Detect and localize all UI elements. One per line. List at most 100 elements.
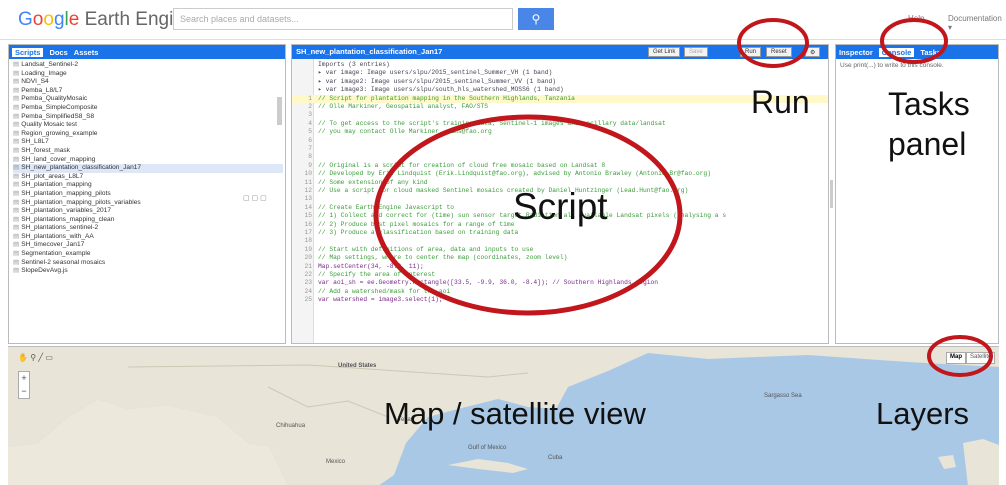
code-line[interactable]: ▸ var image3: Image users/slpu/south_hls… (292, 86, 828, 94)
script-list-item[interactable]: ▤ SH_plot_areas_L8L7 (13, 173, 283, 182)
code-line[interactable]: 3 (292, 111, 828, 119)
reset-button[interactable]: Reset (766, 47, 792, 57)
code-line[interactable]: 21 Map.setCenter(34, -8.0, 11); (292, 263, 828, 271)
map-label: Sargasso Sea (764, 393, 802, 399)
file-icon: ▤ (13, 86, 20, 94)
scrollbar[interactable] (277, 97, 282, 125)
script-list-item[interactable]: ▤ SH_plantation_variables_2017 (13, 207, 283, 216)
layers-annotation: Layers (876, 396, 970, 431)
script-list-item[interactable]: ▤ SlopeDevAvg.js (13, 267, 283, 276)
script-name: Loading_Image (21, 69, 67, 77)
search-button[interactable]: ⚲ (518, 8, 554, 30)
tab-scripts[interactable]: Scripts (12, 47, 44, 57)
script-name: SH_new_plantation_classification_Jan17 (21, 164, 142, 172)
script-list-item[interactable]: ▤ SH_plantations_sentinel-2 (13, 224, 283, 233)
zoom-in-button[interactable]: + (19, 372, 29, 385)
code-line[interactable]: 2 // Olle Markiner, Geospatial analyst, F… (292, 103, 828, 111)
run-annotation: Run (751, 84, 810, 120)
code-line[interactable]: 5 // you may contact Olle Markiner, sims@… (292, 128, 828, 136)
code-line[interactable]: 18 (292, 237, 828, 245)
tab-docs[interactable]: Docs (49, 48, 67, 57)
script-list-item[interactable]: ▤ Sentinel-2 seasonal mosaics (13, 259, 283, 268)
rectangle-icon[interactable]: ▭ (45, 353, 53, 362)
code-line[interactable]: 1 // Script for plantation mapping in the… (292, 94, 828, 103)
code-line[interactable]: 4 // To get access to the script's traini… (292, 120, 828, 128)
user-menu[interactable]: Documentation ▾ (948, 14, 1006, 32)
code-text: // Create Earth Engine Javascript to (318, 203, 455, 211)
code-text: var watershed = image3.select(1); (318, 296, 443, 304)
hand-icon[interactable]: ✋ (18, 353, 28, 362)
line-number: 18 (304, 237, 312, 245)
run-button[interactable]: Run (740, 47, 762, 57)
tab-tasks[interactable]: Tasks (920, 48, 941, 57)
script-list-item[interactable]: ▤ SH_plantations_with_AA (13, 233, 283, 242)
line-icon[interactable]: ╱ (38, 353, 43, 362)
code-line[interactable]: 25 var watershed = image3.select(1); (292, 296, 828, 304)
code-line[interactable]: ▸ var image: Image users/slpu/2015_senti… (292, 69, 828, 77)
script-list-item[interactable]: ▤ Pemba_SimplifiedS8_S8 (13, 113, 283, 122)
map-label: Mexico (326, 459, 346, 465)
code-line[interactable]: 19 // Start with definitions of area, dat… (292, 246, 828, 254)
map-type-satellite[interactable]: Satellite (966, 352, 996, 364)
script-name: SH_plantations_sentinel-2 (21, 224, 99, 232)
tab-console[interactable]: Console (878, 47, 915, 57)
settings-icon[interactable]: ⚙ (805, 47, 821, 57)
search-input[interactable]: Search places and datasets... (173, 8, 513, 30)
script-list-item[interactable]: ▤ Segmentation_example (13, 250, 283, 259)
tab-inspector[interactable]: Inspector (839, 48, 873, 57)
script-actions[interactable]: ▢ ▢ ▢ (243, 194, 267, 202)
code-line[interactable]: 23 var aoi_sh = ee.Geometry.Rectangle([33… (292, 279, 828, 287)
marker-icon[interactable]: ⚲ (30, 353, 36, 362)
script-list-item[interactable]: ▤ Pemba_SimpleComposite (13, 104, 283, 113)
script-list-item[interactable]: ▤ SH_plantation_mapping (13, 181, 283, 190)
code-line[interactable]: 6 (292, 137, 828, 145)
script-list-item[interactable]: ▤ SH_forest_mask (13, 147, 283, 156)
code-text: // 2) Produce best pixel mosaics for a r… (318, 220, 515, 228)
get-link-button[interactable]: Get Link (648, 47, 681, 57)
line-number: 25 (304, 296, 312, 304)
code-line[interactable]: 17 // 3) Produce a classification based o… (292, 229, 828, 237)
file-icon: ▤ (13, 267, 20, 275)
code-line[interactable]: Imports (3 entries) (292, 61, 828, 69)
code-text: // Use a script for cloud masked Sentine… (318, 187, 689, 194)
script-list-item[interactable]: ▤ SH_plantations_mapping_clean (13, 216, 283, 225)
code-line[interactable]: 22 // Specify the area of interest (292, 271, 828, 279)
script-list-item[interactable]: ▤ Pemba_L8/L7 (13, 87, 283, 96)
zoom-out-button[interactable]: − (19, 385, 29, 398)
script-list-item[interactable]: ▤ NDVI_S4 (13, 78, 283, 87)
code-line[interactable]: 9 // Original is a script for creation of… (292, 162, 828, 170)
file-icon: ▤ (13, 164, 20, 172)
script-name: Segmentation_example (21, 250, 91, 258)
code-line[interactable]: 7 (292, 145, 828, 153)
drawing-tools[interactable]: ✋ ⚲ ╱ ▭ (18, 353, 53, 362)
script-list-item[interactable]: ▤ SH_timecover_Jan17 (13, 241, 283, 250)
save-button[interactable]: Save (684, 47, 708, 57)
code-line[interactable]: 8 (292, 153, 828, 161)
help-menu[interactable]: Help (908, 14, 924, 23)
line-number: 8 (308, 153, 312, 161)
script-list-item[interactable]: ▤ SH_L8L7 (13, 138, 283, 147)
map-type-map[interactable]: Map (946, 352, 966, 364)
file-icon: ▤ (13, 129, 20, 137)
code-text: // Add a watershed/mask for the aoi (318, 287, 451, 295)
code-text: Map.setCenter(34, -8.0, 11); (318, 262, 424, 270)
google-earth-engine-logo[interactable]: Google Earth Engine (18, 9, 194, 31)
code-line[interactable]: ▸ var image2: Image users/slpu/2015_sent… (292, 78, 828, 86)
script-list-item[interactable]: ▤ SH_land_cover_mapping (13, 156, 283, 165)
code-text: var aoi_sh = ee.Geometry.Rectangle([33.5… (318, 279, 659, 287)
tab-assets[interactable]: Assets (74, 48, 99, 57)
line-number: 1 (308, 94, 312, 102)
script-list-item[interactable]: ▤ Pemba_QualityMosaic (13, 95, 283, 104)
code-line[interactable]: 24 // Add a watershed/mask for the aoi (292, 288, 828, 296)
script-list-item[interactable]: ▤ Quality Mosaic test (13, 121, 283, 130)
script-list-item[interactable]: ▤ Loading_Image (13, 70, 283, 79)
script-list-item[interactable]: ▤ Landsat_Sentinel-2 (13, 61, 283, 70)
code-line[interactable]: 10 // Developed by Erik Lindquist (Erik.L… (292, 170, 828, 178)
code-text: Imports (3 entries) (318, 61, 390, 68)
code-line[interactable]: 20 // Map settings, where to center the m… (292, 254, 828, 262)
panel-resizer[interactable] (830, 180, 833, 208)
code-text: ▸ var image3: Image users/slpu/south_hls… (318, 86, 564, 94)
script-list-item[interactable]: ▤ SH_new_plantation_classification_Jan17 (13, 164, 283, 173)
script-list-item[interactable]: ▤ Region_growing_example (13, 130, 283, 139)
line-number: 10 (304, 170, 312, 178)
